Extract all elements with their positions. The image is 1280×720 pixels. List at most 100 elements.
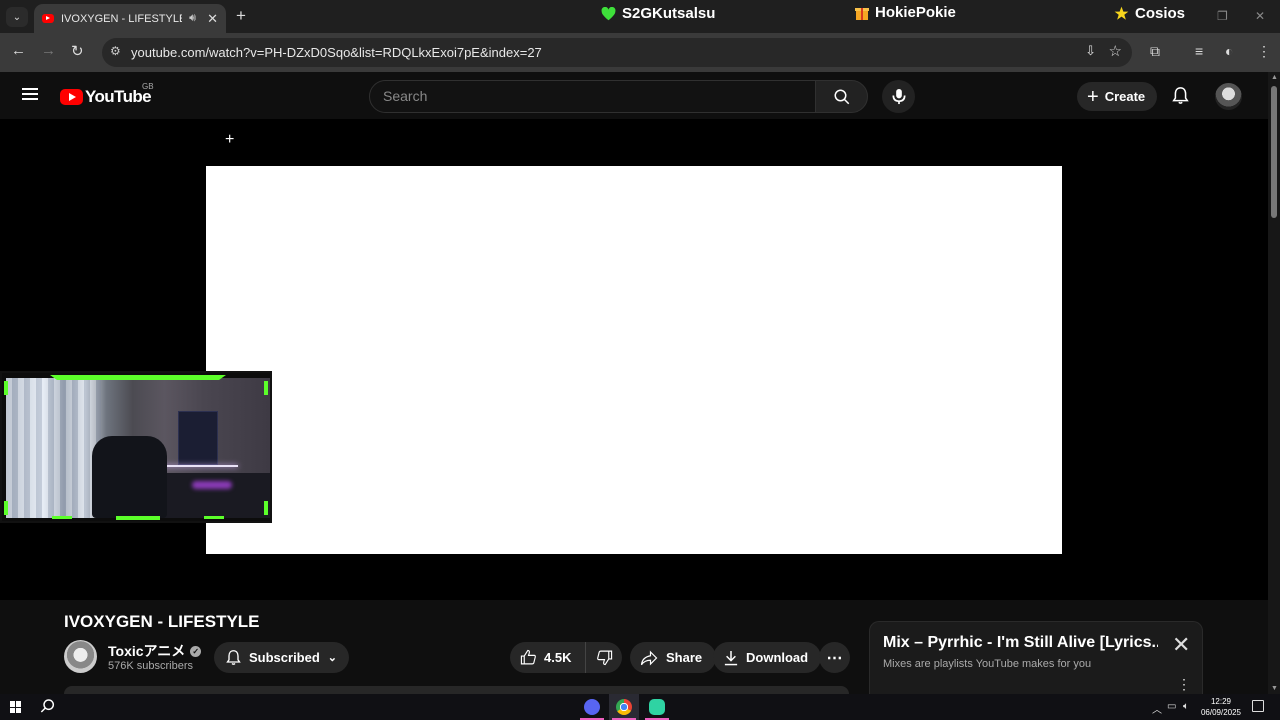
overlay-user-1-name: S2GKutsalsu (622, 5, 716, 22)
tab-title: IVOXYGEN - LIFESTYLE - YouTube (61, 12, 183, 25)
webcam-curtain (6, 378, 101, 518)
address-bar[interactable]: ⚙ youtube.com/watch?v=PH-DZxD0Sqo&list=R… (102, 38, 1132, 67)
close-window-icon[interactable]: ✕ (1255, 9, 1265, 23)
search-input[interactable] (383, 88, 803, 104)
volume-icon[interactable]: 🔈︎ (1183, 701, 1189, 712)
speaker-icon[interactable]: 🔊︎ (189, 12, 196, 25)
webcam-keyboard-glow (192, 481, 232, 489)
video-player[interactable] (206, 166, 1062, 554)
media-control-icon[interactable]: ≡ (1195, 43, 1203, 59)
like-dislike-group: 4.5K (510, 642, 622, 673)
browser-toolbar: ← → ↻ ⚙ youtube.com/watch?v=PH-DZxD0Sqo&… (0, 33, 1280, 72)
chrome-taskbar-app[interactable] (609, 694, 639, 720)
back-arrow-icon[interactable]: ← (11, 42, 26, 59)
bookmark-star-icon[interactable]: ☆ (1109, 42, 1122, 60)
browser-tab[interactable]: IVOXYGEN - LIFESTYLE - YouTube 🔊︎ ✕ (34, 4, 226, 33)
scroll-down-icon[interactable]: ▼ (1271, 685, 1278, 692)
plus-icon: + (1087, 85, 1099, 108)
overlay-user-3: Cosios (1114, 5, 1185, 22)
channel-name[interactable]: Toxicアニメ (108, 641, 185, 661)
thumbs-up-icon (520, 649, 536, 665)
webcam-frame-corner (264, 381, 268, 395)
search-icon (834, 89, 849, 104)
video-title: IVOXYGEN - LIFESTYLE (64, 612, 260, 631)
microphone-icon (891, 88, 906, 105)
subscriber-count: 576K subscribers (108, 660, 193, 672)
voice-search-button[interactable] (882, 80, 915, 113)
scrollbar-thumb[interactable] (1271, 86, 1277, 218)
account-avatar[interactable] (1215, 83, 1242, 110)
reload-icon[interactable]: ↻ (71, 42, 84, 60)
channel-avatar[interactable] (64, 640, 97, 673)
new-tab-button[interactable]: + (236, 6, 246, 26)
gift-icon (855, 8, 869, 20)
restore-window-icon[interactable]: ❐ (1217, 9, 1228, 23)
like-count: 4.5K (544, 650, 572, 665)
forward-arrow-icon[interactable]: → (41, 42, 56, 59)
overlay-user-3-name: Cosios (1135, 5, 1186, 22)
close-icon[interactable]: ✕ (1172, 632, 1190, 658)
overlay-user-1: S2GKutsalsu (601, 5, 715, 22)
tab-close-icon[interactable]: ✕ (207, 11, 218, 27)
subscribed-label: Subscribed (249, 650, 320, 665)
network-icon[interactable]: ▭ (1167, 701, 1176, 712)
webcam-frame-corner (4, 381, 8, 395)
chevron-down-icon: ⌄ (327, 652, 338, 664)
playlist-title[interactable]: Mix – Pyrrhic - I'm Still Alive [Lyrics.… (883, 634, 1158, 652)
tab-search-button[interactable]: ⌄ (6, 7, 28, 27)
taskbar-clock[interactable]: 12:29 06/09/2025 (1198, 696, 1244, 718)
discord-icon (584, 699, 600, 715)
windows-start-icon[interactable] (10, 701, 22, 713)
browser-tab-strip: ⌄ IVOXYGEN - LIFESTYLE - YouTube 🔊︎ ✕ + … (0, 0, 1280, 33)
youtube-logo[interactable]: YouTube GB (60, 82, 154, 107)
notifications-bell-icon[interactable] (1172, 86, 1189, 105)
install-app-icon[interactable]: ⇩ (1085, 43, 1096, 59)
webcam-desk (152, 473, 270, 518)
tray-overflow-icon[interactable]: ︿ (1152, 701, 1162, 716)
subscribed-button[interactable]: Subscribed ⌄ (214, 642, 350, 673)
verified-check-icon: ✓ (190, 645, 202, 657)
more-actions-button[interactable]: ⋯ (819, 642, 850, 673)
url-text[interactable]: youtube.com/watch?v=PH-DZxD0Sqo&list=RDQ… (131, 45, 542, 60)
browser-menu-icon[interactable]: ⋮ (1257, 43, 1271, 60)
windows-taskbar: ︿ ▭ 🔈︎ 12:29 06/09/2025 (0, 694, 1280, 720)
download-label: Download (746, 650, 809, 665)
dislike-button[interactable] (586, 649, 626, 666)
share-button[interactable]: Share (630, 642, 717, 673)
app-taskbar-app[interactable] (642, 694, 672, 720)
playlist-subtitle: Mixes are playlists YouTube makes for yo… (883, 658, 1092, 670)
overlay-user-2: HokiePokie (855, 4, 956, 21)
webcam-frame-bottom (116, 516, 160, 520)
discord-taskbar-app[interactable] (577, 694, 607, 720)
overlay-user-2-name: HokiePokie (875, 4, 956, 21)
page-scrollbar[interactable]: ▲ ▼ (1268, 72, 1280, 694)
webcam-frame-dash (204, 516, 224, 519)
notification-center-icon[interactable] (1252, 700, 1264, 712)
youtube-masthead: YouTube GB + Create (0, 72, 1268, 119)
youtube-play-icon (60, 89, 83, 105)
more-horizontal-icon: ⋯ (826, 649, 843, 667)
share-label: Share (666, 650, 703, 665)
channel-name-row[interactable]: Toxicアニメ ✓ (108, 641, 202, 661)
search-box[interactable] (369, 80, 816, 113)
site-settings-icon[interactable]: ⚙ (110, 44, 121, 58)
webcam-frame-corner (4, 501, 8, 515)
taskbar-search-icon[interactable] (40, 698, 56, 714)
chrome-icon (616, 699, 632, 715)
player-container: + (0, 119, 1268, 600)
download-button[interactable]: Download (713, 642, 822, 673)
profile-icon[interactable]: ◐ (1225, 43, 1233, 59)
search-button[interactable] (815, 80, 868, 113)
bell-icon (226, 650, 241, 665)
like-button[interactable]: 4.5K (510, 642, 587, 673)
create-button[interactable]: + Create (1077, 82, 1158, 111)
more-vertical-icon[interactable]: ⋮ (1177, 676, 1191, 693)
webcam-overlay (0, 371, 272, 523)
crosshair-cursor-icon: + (225, 131, 235, 148)
download-icon (724, 650, 738, 665)
extensions-icon[interactable]: ⧉ (1150, 43, 1160, 60)
guide-menu-icon[interactable] (22, 88, 38, 100)
webcam-poster (178, 411, 218, 465)
scroll-up-icon[interactable]: ▲ (1271, 74, 1278, 81)
description-box[interactable] (64, 686, 849, 694)
